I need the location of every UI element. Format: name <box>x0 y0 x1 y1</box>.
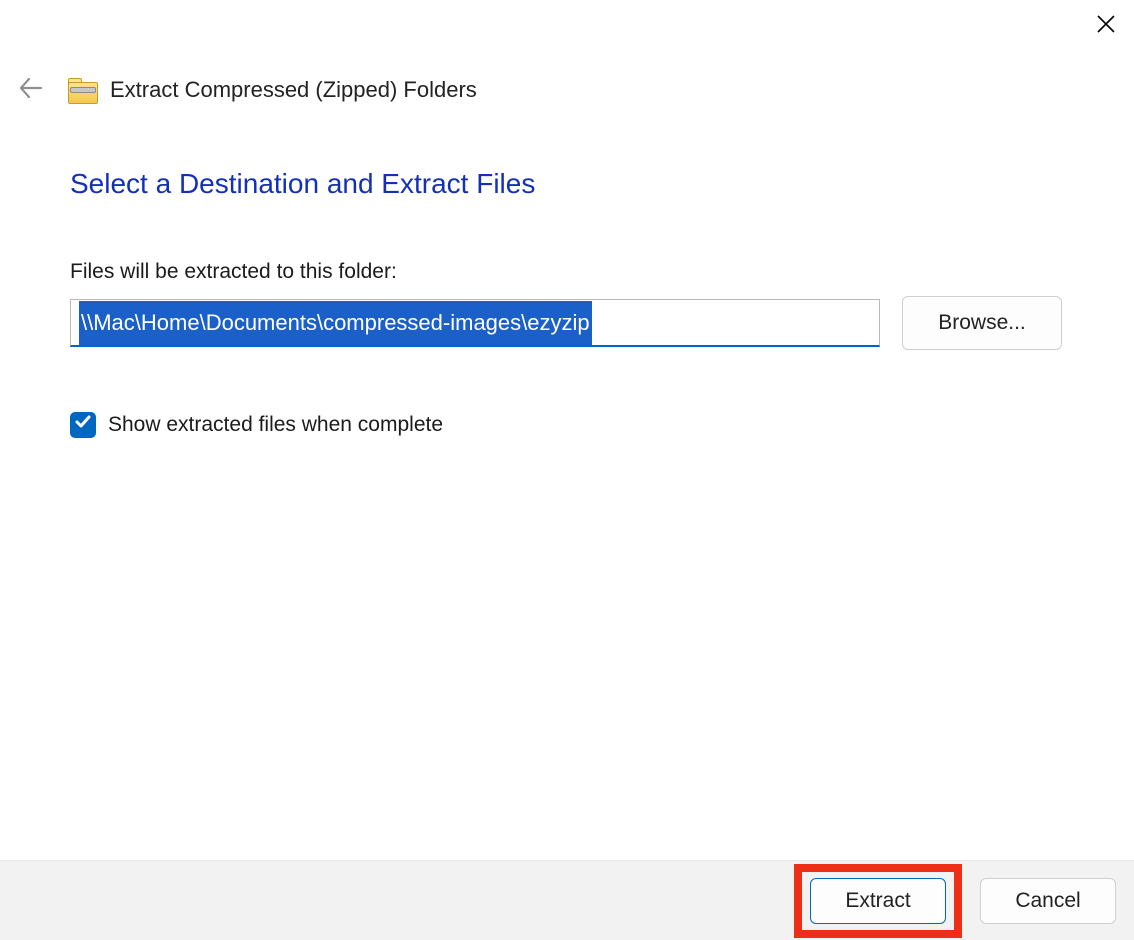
extract-button[interactable]: Extract <box>810 878 946 924</box>
extract-wizard-window: Extract Compressed (Zipped) Folders Sele… <box>0 0 1134 940</box>
wizard-header: Extract Compressed (Zipped) Folders <box>14 70 1134 110</box>
back-arrow-icon <box>17 75 43 106</box>
destination-path-input[interactable]: \\Mac\Home\Documents\compressed-images\e… <box>70 299 880 347</box>
show-extracted-checkbox-row: Show extracted files when complete <box>70 412 1064 438</box>
destination-path-value: \\Mac\Home\Documents\compressed-images\e… <box>79 301 592 345</box>
browse-button[interactable]: Browse... <box>902 296 1062 350</box>
show-extracted-label: Show extracted files when complete <box>108 413 443 437</box>
zipped-folder-icon <box>68 78 96 102</box>
extract-button-highlight: Extract <box>794 864 962 938</box>
wizard-content: Select a Destination and Extract Files F… <box>70 168 1064 438</box>
cancel-button[interactable]: Cancel <box>980 878 1116 924</box>
destination-row: \\Mac\Home\Documents\compressed-images\e… <box>70 296 1064 350</box>
close-icon <box>1096 14 1116 39</box>
show-extracted-checkbox[interactable] <box>70 412 96 438</box>
wizard-title: Extract Compressed (Zipped) Folders <box>110 77 477 103</box>
wizard-footer: Extract Cancel <box>0 860 1134 940</box>
checkmark-icon <box>74 413 92 437</box>
destination-label: Files will be extracted to this folder: <box>70 260 1064 284</box>
back-button[interactable] <box>14 74 46 106</box>
page-heading: Select a Destination and Extract Files <box>70 168 1064 200</box>
close-button[interactable] <box>1094 14 1118 38</box>
